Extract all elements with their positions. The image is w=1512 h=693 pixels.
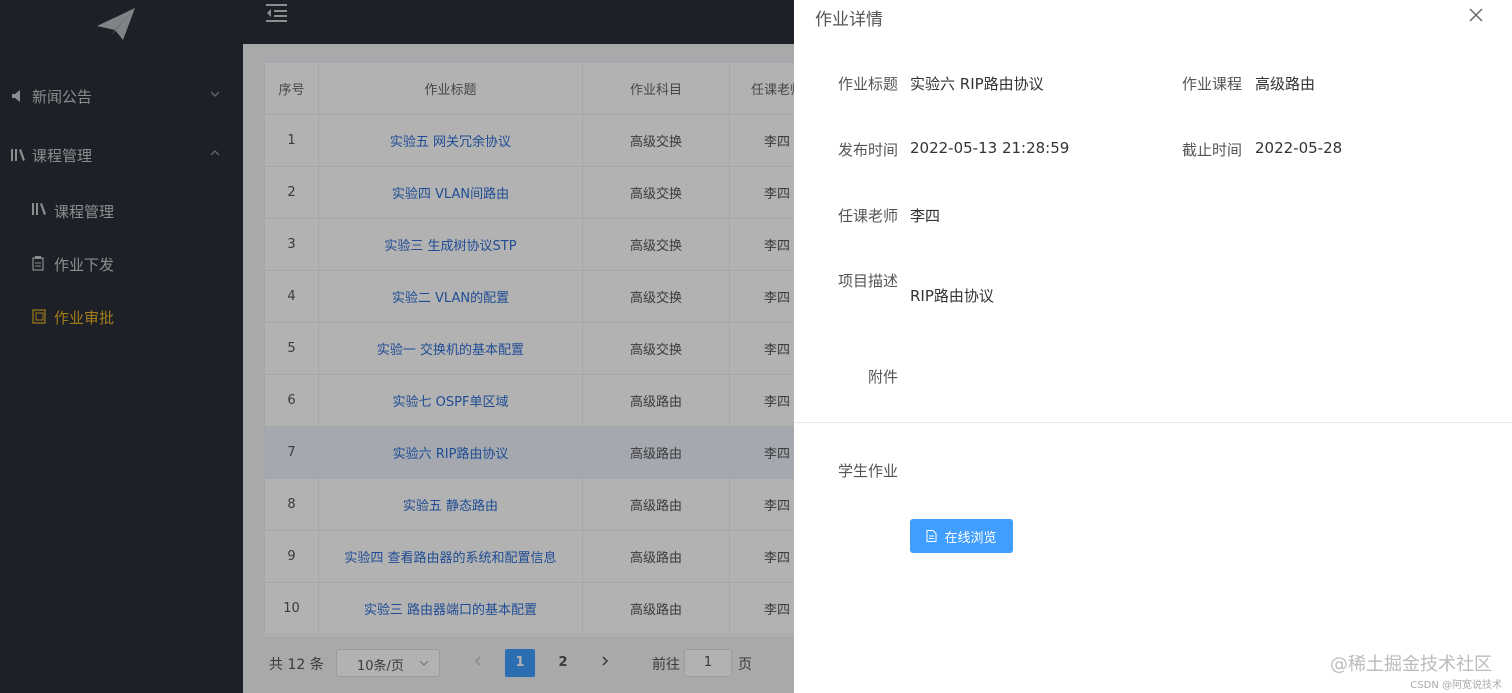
course-label: 作业课程: [1181, 75, 1242, 93]
watermark: @稀土掘金技术社区: [1330, 654, 1492, 675]
attachment-label: 附件: [867, 368, 898, 386]
description-label: 项目描述: [837, 272, 898, 290]
homework-detail-drawer: 作业详情 作业标题 实验六 RIP路由协议 作业课程 高级路由 发布时间 202…: [794, 0, 1512, 693]
view-online-label: 在线浏览: [944, 530, 997, 546]
title-label: 作业标题: [837, 75, 898, 93]
student-homework-label: 学生作业: [837, 462, 898, 480]
deadline-value: 2022-05-28: [1255, 139, 1343, 157]
document-icon: [926, 530, 938, 542]
drawer-overlay[interactable]: [0, 0, 794, 693]
teacher-value: 李四: [910, 207, 941, 225]
close-icon[interactable]: [1468, 7, 1484, 23]
title-value: 实验六 RIP路由协议: [910, 75, 1044, 93]
watermark-sub: CSDN @阿宽说技术: [1410, 680, 1502, 691]
section-divider: [794, 422, 1512, 423]
view-online-button[interactable]: 在线浏览: [910, 519, 1013, 553]
deadline-label: 截止时间: [1181, 141, 1242, 159]
description-value: RIP路由协议: [910, 287, 994, 305]
drawer-title: 作业详情: [815, 10, 883, 30]
course-value: 高级路由: [1255, 75, 1316, 93]
teacher-label: 任课老师: [837, 207, 898, 225]
publish-time-label: 发布时间: [837, 141, 898, 159]
publish-time-value: 2022-05-13 21:28:59: [910, 139, 1070, 157]
